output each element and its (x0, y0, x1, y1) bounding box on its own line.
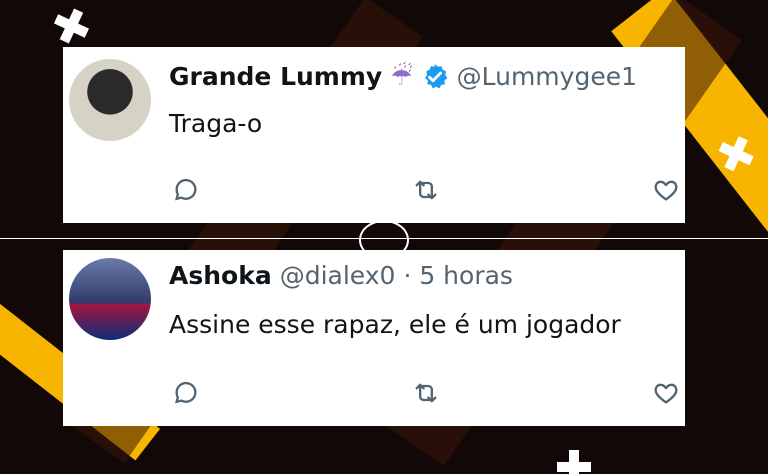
tweet-actions (169, 376, 685, 410)
tweet-card: Grande Lummy ☔ @Lummygee1 Traga-o (63, 47, 685, 223)
verified-badge-icon (421, 63, 449, 91)
plus-decoration-icon (557, 450, 591, 474)
timestamp: · 5 horas (403, 261, 513, 290)
tweet-text: Assine esse rapaz, ele é um jogador (169, 310, 621, 339)
reply-button[interactable] (169, 376, 203, 410)
plus-decoration-icon (51, 3, 88, 40)
retweet-button[interactable] (409, 173, 443, 207)
tweet-card: Ashoka @dialex0 · 5 horas Assine esse ra… (63, 250, 685, 426)
display-name: Grande Lummy (169, 62, 383, 91)
tweet-text: Traga-o (169, 109, 263, 138)
heart-icon (654, 383, 678, 404)
avatar (69, 59, 151, 141)
handle: @Lummygee1 (456, 62, 637, 91)
umbrella-emoji: ☔ (390, 62, 413, 91)
display-name: Ashoka (169, 261, 272, 290)
tweet-header: Grande Lummy ☔ @Lummygee1 (169, 62, 637, 91)
retweet-button[interactable] (409, 376, 443, 410)
handle: @dialex0 (279, 261, 396, 290)
avatar (69, 258, 151, 340)
reply-icon (175, 178, 197, 201)
like-button[interactable] (649, 173, 683, 207)
retweet-icon (415, 383, 437, 403)
reply-button[interactable] (169, 173, 203, 207)
tweet-actions (169, 173, 685, 207)
heart-icon (654, 180, 678, 201)
retweet-icon (415, 180, 437, 200)
tweet-header: Ashoka @dialex0 · 5 horas (169, 261, 513, 290)
like-button[interactable] (649, 376, 683, 410)
reply-icon (175, 381, 197, 404)
